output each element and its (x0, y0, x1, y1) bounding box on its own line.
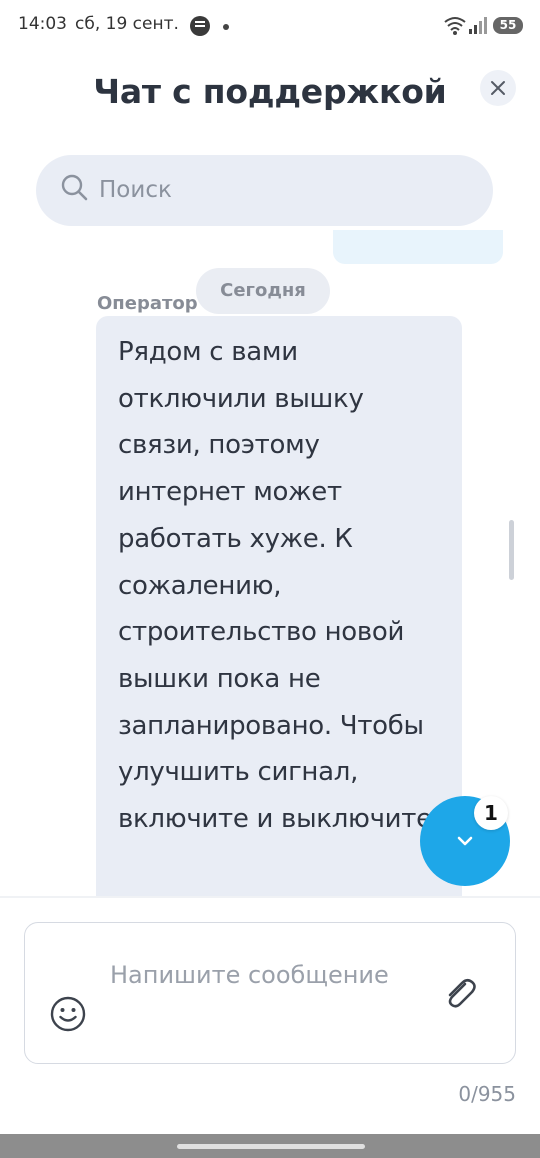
wifi-icon (444, 17, 466, 35)
chevron-down-icon (457, 836, 473, 846)
scrollbar-thumb[interactable] (509, 520, 514, 580)
battery-icon: 55 (493, 17, 523, 34)
signal-icon (469, 17, 487, 34)
close-button[interactable] (480, 70, 516, 106)
emoji-icon[interactable] (49, 995, 87, 1033)
message-input[interactable] (110, 955, 410, 995)
chat-notification-icon (190, 16, 210, 36)
composer-divider (0, 896, 540, 898)
close-icon[interactable] (490, 80, 506, 96)
home-indicator[interactable] (177, 1144, 365, 1149)
search-icon (61, 174, 88, 201)
sender-label: Оператор (97, 293, 198, 314)
paperclip-icon[interactable] (440, 974, 480, 1014)
unread-badge: 1 (474, 796, 508, 830)
previous-message-bubble (333, 230, 503, 264)
message-text: Рядом с вами отключили вышку связи, поэт… (118, 337, 432, 835)
status-date: сб, 19 сент. (75, 14, 179, 34)
char-counter: 0/955 (458, 1082, 516, 1106)
page-title: Чат с поддержкой (93, 72, 447, 111)
date-chip: Сегодня (196, 268, 330, 314)
status-time: 14:03 (18, 14, 67, 34)
notification-dot-icon (223, 24, 229, 30)
search-input[interactable] (99, 174, 459, 206)
